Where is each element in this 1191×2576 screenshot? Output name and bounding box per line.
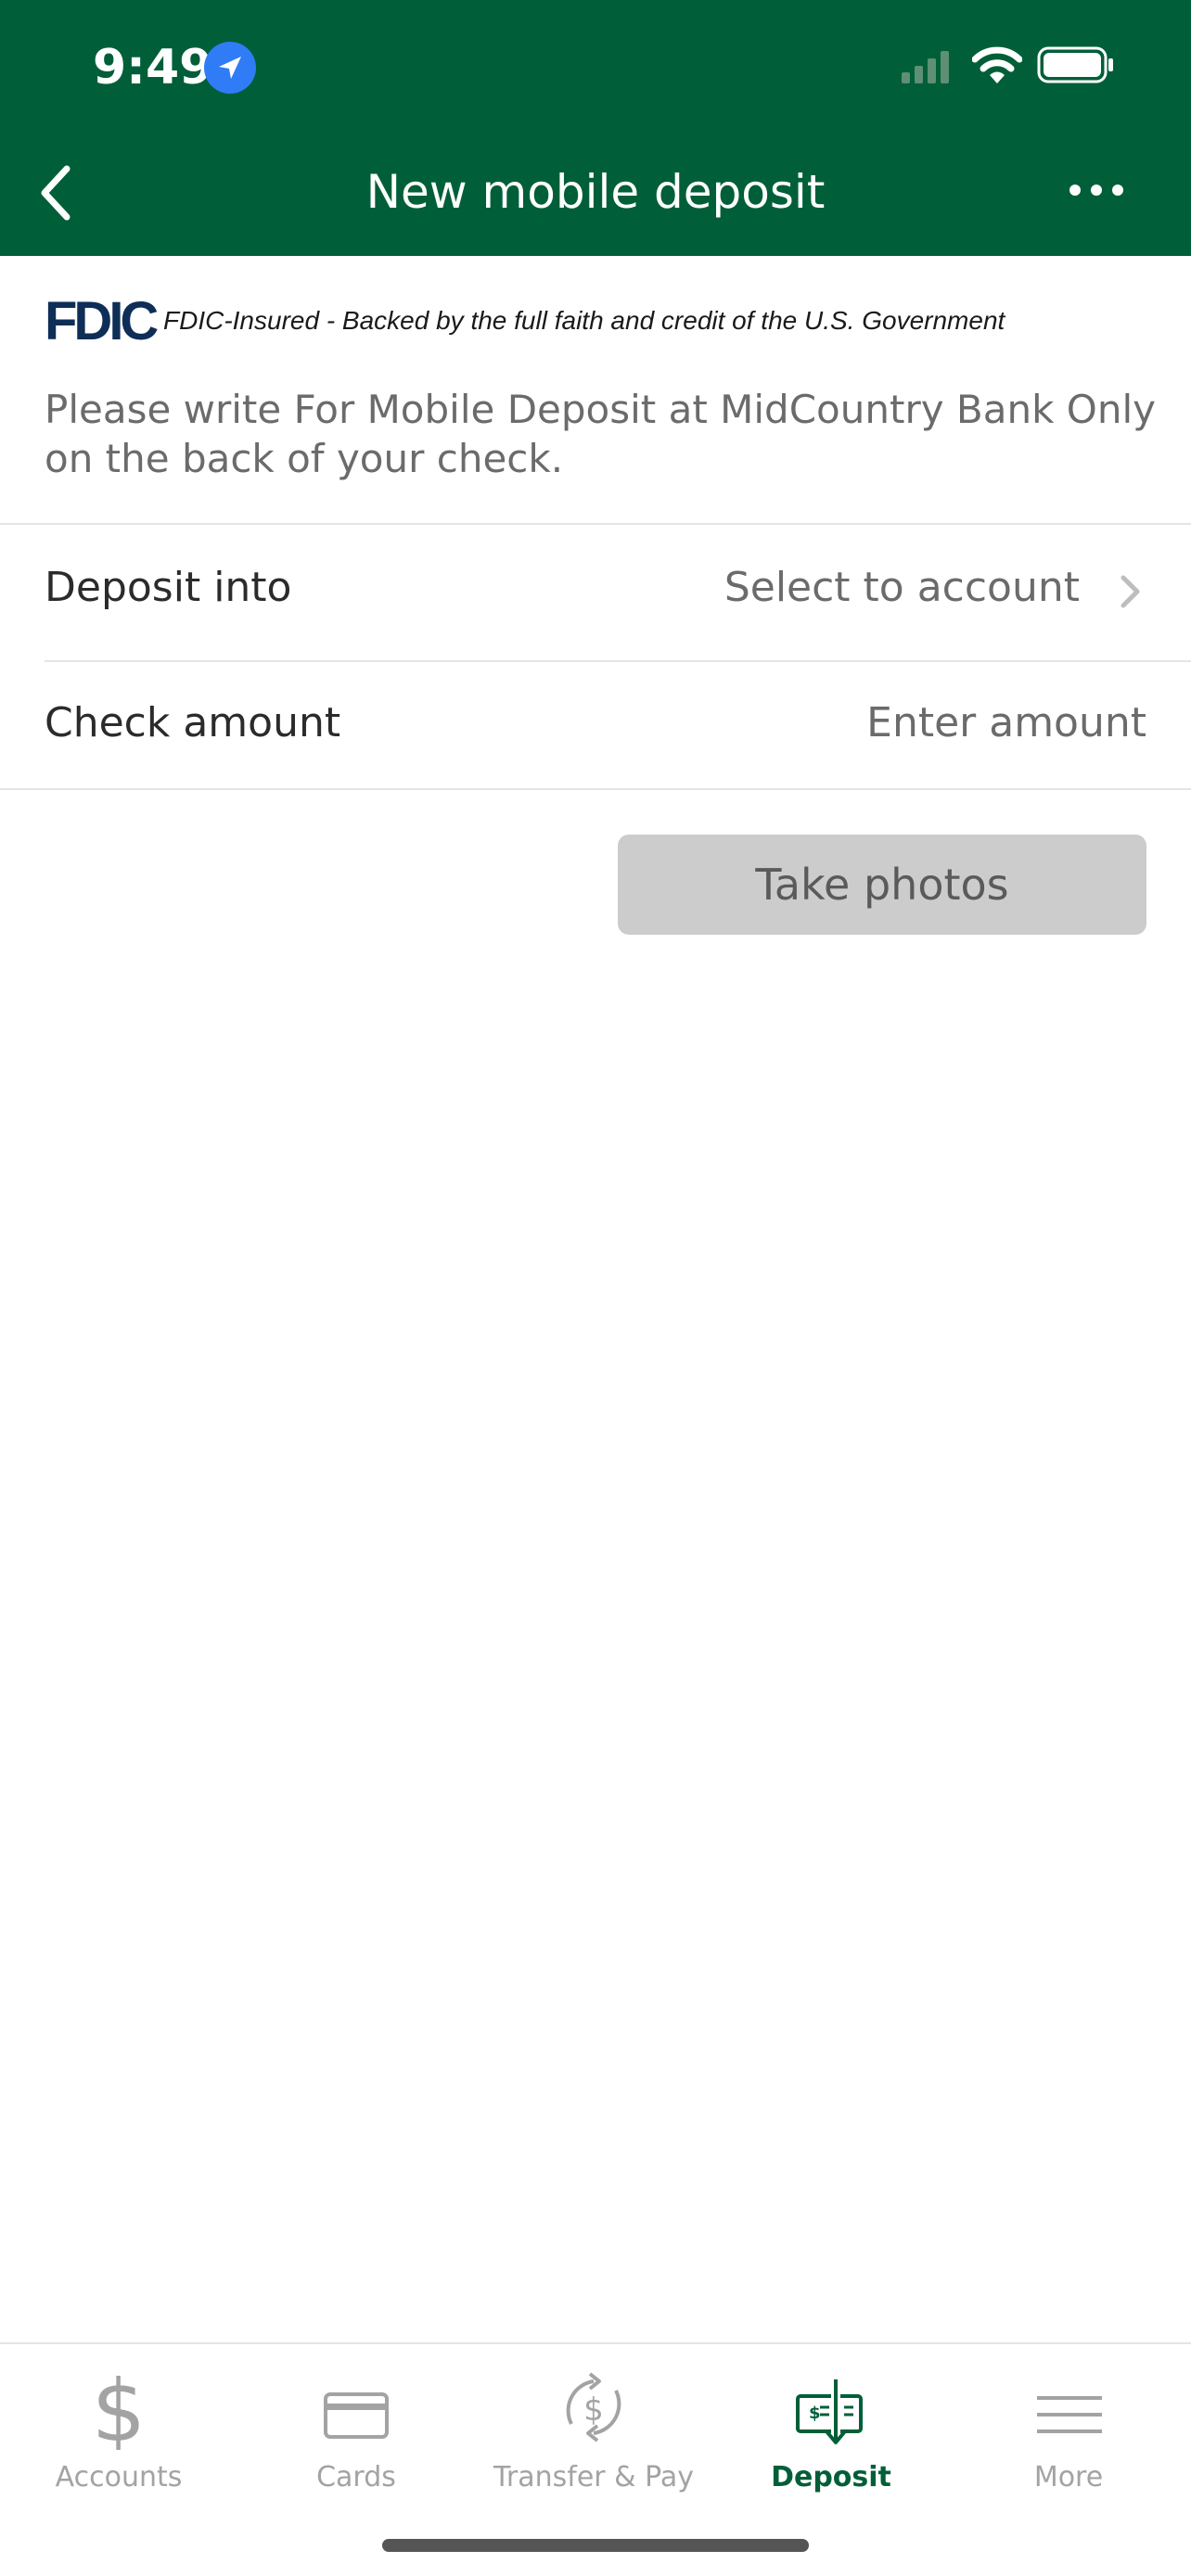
chevron-right-icon — [1121, 575, 1140, 608]
deposit-into-row[interactable]: Deposit into Select to account — [0, 525, 1191, 660]
tab-more[interactable]: More — [950, 2344, 1187, 2502]
tab-deposit[interactable]: $ Deposit — [712, 2344, 950, 2502]
tab-transfer-pay[interactable]: $ Transfer & Pay — [475, 2344, 712, 2502]
divider — [0, 788, 1191, 790]
location-arrow-icon — [204, 42, 256, 94]
check-deposit-icon: $ — [796, 2379, 863, 2444]
endorsement-instructions: Please write For Mobile Deposit at MidCo… — [45, 387, 1156, 481]
tab-label: Cards — [316, 2461, 396, 2493]
take-photos-button[interactable]: Take photos — [618, 835, 1146, 935]
header-bar: 9:49 New mobile deposit — [0, 0, 1191, 256]
dollar-icon: $ — [92, 2366, 147, 2450]
wifi-icon — [971, 46, 1023, 90]
card-icon — [324, 2392, 389, 2439]
mobile-deposit-screen: 9:49 New mobile deposit FDIC FDIC-Insure… — [0, 0, 1191, 2576]
back-button[interactable] — [19, 148, 93, 232]
page-title: New mobile deposit — [365, 165, 826, 219]
tab-accounts[interactable]: $ Accounts — [0, 2344, 237, 2502]
ellipsis-icon — [1069, 185, 1123, 196]
tab-label: More — [1033, 2461, 1104, 2493]
check-amount-label: Check amount — [45, 699, 341, 746]
home-indicator[interactable] — [382, 2539, 809, 2552]
check-amount-input[interactable] — [683, 695, 1146, 751]
svg-text:$: $ — [809, 2404, 821, 2423]
tab-label: Accounts — [55, 2461, 183, 2493]
tab-label: Transfer & Pay — [493, 2461, 694, 2493]
deposit-into-label: Deposit into — [45, 564, 292, 611]
transfer-icon: $ — [566, 2372, 621, 2442]
battery-icon — [1037, 45, 1115, 90]
check-amount-row: Check amount — [0, 662, 1191, 788]
menu-icon — [1037, 2396, 1102, 2433]
status-time: 9:49 — [93, 40, 213, 96]
chevron-left-icon — [41, 165, 70, 221]
svg-text:$: $ — [583, 2391, 604, 2429]
more-options-button[interactable] — [1057, 162, 1132, 218]
tab-label: Deposit — [771, 2461, 891, 2493]
tab-cards[interactable]: Cards — [237, 2344, 475, 2502]
cellular-signal-icon — [900, 48, 955, 90]
fdic-logo: FDIC — [45, 291, 159, 351]
svg-text:$: $ — [92, 2366, 147, 2450]
account-select-value: Select to account — [724, 564, 1080, 611]
fdic-notice: FDIC-Insured - Backed by the full faith … — [163, 306, 1005, 335]
